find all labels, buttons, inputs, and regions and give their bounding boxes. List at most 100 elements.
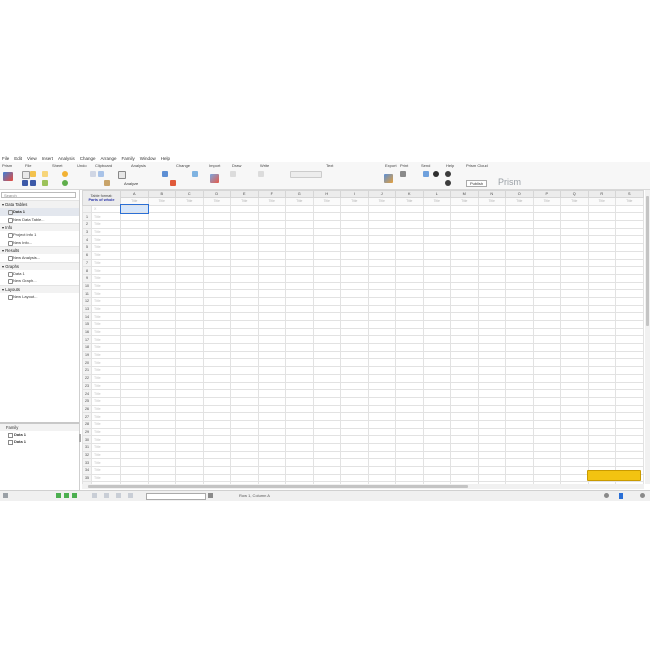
data-cell[interactable] xyxy=(257,266,286,275)
data-cell[interactable] xyxy=(450,243,479,252)
data-cell[interactable] xyxy=(395,466,424,475)
prism-home-icon[interactable] xyxy=(3,172,13,181)
data-cell[interactable] xyxy=(175,327,204,337)
data-cell[interactable] xyxy=(560,235,589,245)
data-cell[interactable] xyxy=(230,389,259,398)
data-cell[interactable] xyxy=(587,289,616,298)
data-cell[interactable] xyxy=(147,212,176,222)
data-cell[interactable] xyxy=(395,443,424,452)
column-title-cell[interactable]: Title xyxy=(532,197,561,206)
row-title-cell[interactable]: Title xyxy=(91,327,121,337)
data-cell[interactable] xyxy=(367,296,396,306)
data-cell[interactable] xyxy=(367,235,396,245)
data-cell[interactable] xyxy=(450,266,479,275)
data-cell[interactable] xyxy=(477,258,506,268)
data-cell[interactable] xyxy=(312,204,341,214)
data-cell[interactable] xyxy=(395,419,424,429)
data-cell[interactable] xyxy=(615,419,644,429)
data-cell[interactable] xyxy=(587,373,616,383)
data-cell[interactable] xyxy=(175,358,204,368)
data-cell[interactable] xyxy=(450,320,479,329)
data-cell[interactable] xyxy=(395,343,424,352)
data-cell[interactable] xyxy=(257,358,286,368)
data-cell[interactable] xyxy=(395,335,424,345)
change-graph-icon[interactable] xyxy=(162,171,168,177)
data-cell[interactable] xyxy=(202,204,231,214)
data-cell[interactable] xyxy=(450,358,479,368)
data-cell[interactable] xyxy=(560,343,589,352)
data-cell[interactable] xyxy=(147,435,176,444)
data-cell[interactable] xyxy=(285,350,314,360)
data-cell[interactable] xyxy=(175,343,204,352)
data-cell[interactable] xyxy=(367,427,396,437)
data-cell[interactable] xyxy=(615,404,644,414)
data-cell[interactable] xyxy=(175,350,204,360)
data-cell[interactable] xyxy=(560,204,589,214)
data-cell[interactable] xyxy=(395,373,424,383)
data-cell[interactable] xyxy=(285,312,314,321)
data-cell[interactable] xyxy=(367,443,396,452)
data-cell[interactable] xyxy=(340,366,369,375)
data-cell[interactable] xyxy=(175,458,204,468)
data-cell[interactable] xyxy=(312,343,341,352)
data-cell[interactable] xyxy=(560,404,589,414)
data-cell[interactable] xyxy=(285,458,314,468)
data-cell[interactable] xyxy=(202,458,231,468)
data-cell[interactable] xyxy=(312,419,341,429)
data-cell[interactable] xyxy=(505,458,534,468)
data-cell[interactable] xyxy=(422,266,451,275)
data-cell[interactable] xyxy=(532,404,561,414)
data-cell[interactable] xyxy=(560,350,589,360)
data-cell[interactable] xyxy=(257,289,286,298)
data-cell[interactable] xyxy=(120,473,149,483)
data-cell[interactable] xyxy=(505,350,534,360)
data-cell[interactable] xyxy=(615,243,644,252)
data-cell[interactable] xyxy=(340,296,369,306)
data-cell[interactable] xyxy=(505,227,534,237)
data-cell[interactable] xyxy=(450,312,479,321)
data-cell[interactable] xyxy=(147,427,176,437)
data-cell[interactable] xyxy=(202,250,231,260)
data-cell[interactable] xyxy=(422,450,451,460)
data-cell[interactable] xyxy=(450,419,479,429)
data-cell[interactable] xyxy=(422,335,451,345)
data-cell[interactable] xyxy=(175,243,204,252)
data-cell[interactable] xyxy=(532,350,561,360)
data-cell[interactable] xyxy=(285,373,314,383)
data-cell[interactable] xyxy=(147,335,176,345)
data-cell[interactable] xyxy=(120,358,149,368)
data-cell[interactable] xyxy=(202,396,231,406)
data-cell[interactable] xyxy=(340,304,369,314)
data-cell[interactable] xyxy=(120,250,149,260)
data-cell[interactable] xyxy=(312,389,341,398)
row-number[interactable]: 19 xyxy=(82,350,92,360)
data-cell[interactable] xyxy=(477,273,506,283)
data-cell[interactable] xyxy=(587,404,616,414)
data-cell[interactable] xyxy=(175,466,204,475)
data-cell[interactable] xyxy=(532,289,561,298)
data-cell[interactable] xyxy=(147,343,176,352)
data-cell[interactable] xyxy=(505,435,534,444)
data-cell[interactable] xyxy=(202,350,231,360)
data-cell[interactable] xyxy=(477,304,506,314)
data-cell[interactable] xyxy=(230,427,259,437)
zoom-out-icon[interactable] xyxy=(604,493,609,498)
data-cell[interactable] xyxy=(615,458,644,468)
open-file-icon[interactable] xyxy=(30,171,36,177)
draw-icon[interactable] xyxy=(230,171,236,177)
data-cell[interactable] xyxy=(532,473,561,483)
data-cell[interactable] xyxy=(202,243,231,252)
data-cell[interactable] xyxy=(422,373,451,383)
data-cell[interactable] xyxy=(230,396,259,406)
data-cell[interactable] xyxy=(367,366,396,375)
data-cell[interactable] xyxy=(175,281,204,291)
data-cell[interactable] xyxy=(230,381,259,391)
row-number[interactable]: 6 xyxy=(82,250,92,260)
row-number[interactable]: 15 xyxy=(82,320,92,329)
analyze-icon[interactable] xyxy=(118,171,126,179)
data-cell[interactable] xyxy=(450,258,479,268)
data-cell[interactable] xyxy=(615,250,644,260)
data-cell[interactable] xyxy=(450,458,479,468)
data-cell[interactable] xyxy=(340,343,369,352)
data-cell[interactable] xyxy=(477,350,506,360)
